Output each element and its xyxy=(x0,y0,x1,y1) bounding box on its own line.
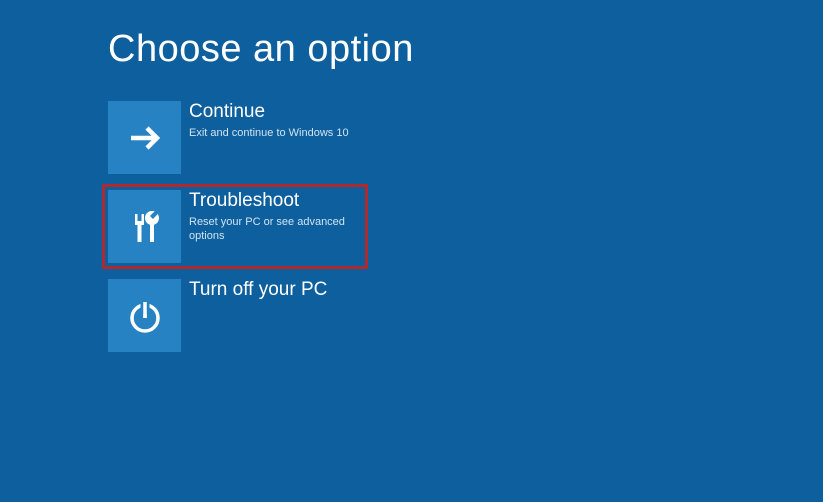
troubleshoot-text: Troubleshoot Reset your PC or see advanc… xyxy=(189,190,365,243)
continue-subtitle: Exit and continue to Windows 10 xyxy=(189,126,349,140)
power-icon xyxy=(108,279,181,352)
continue-title: Continue xyxy=(189,101,349,124)
troubleshoot-title: Troubleshoot xyxy=(189,190,365,213)
continue-text: Continue Exit and continue to Windows 10 xyxy=(189,101,349,140)
recovery-options-screen: Choose an option Continue Exit and conti… xyxy=(0,0,823,352)
troubleshoot-option[interactable]: Troubleshoot Reset your PC or see advanc… xyxy=(102,184,368,269)
troubleshoot-subtitle: Reset your PC or see advanced options xyxy=(189,215,365,244)
turnoff-title: Turn off your PC xyxy=(189,279,327,302)
continue-option[interactable]: Continue Exit and continue to Windows 10 xyxy=(108,101,368,174)
arrow-right-icon xyxy=(108,101,181,174)
turnoff-text: Turn off your PC xyxy=(189,279,327,304)
options-list: Continue Exit and continue to Windows 10… xyxy=(108,101,823,352)
page-title: Choose an option xyxy=(108,28,823,71)
tools-icon xyxy=(108,190,181,263)
turnoff-option[interactable]: Turn off your PC xyxy=(108,279,368,352)
